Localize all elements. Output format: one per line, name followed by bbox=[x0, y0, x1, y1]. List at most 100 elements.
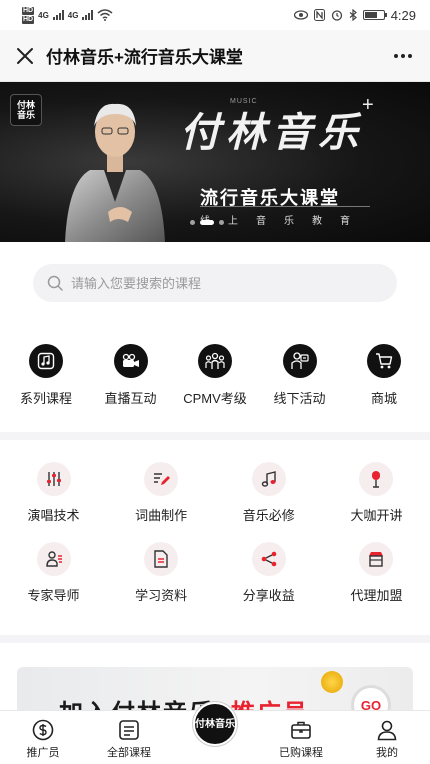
page-title: 付林音乐+流行音乐大课堂 bbox=[46, 48, 243, 67]
feature-label: 专家导师 bbox=[27, 588, 80, 603]
pen-write-icon bbox=[144, 462, 179, 496]
feature-music-required[interactable]: 音乐必修 bbox=[215, 462, 322, 524]
music-note-box-icon bbox=[29, 344, 63, 378]
alarm-icon bbox=[331, 10, 342, 21]
brand-logo-icon: 付林音乐 bbox=[193, 702, 237, 746]
feature-label: 学习资料 bbox=[135, 588, 188, 603]
feature-share-earnings[interactable]: 分享收益 bbox=[215, 542, 322, 604]
more-dot bbox=[408, 53, 412, 58]
carousel-dot-active[interactable] bbox=[200, 220, 214, 225]
feature-label: 大咖开讲 bbox=[350, 508, 403, 523]
feature-singing-technique[interactable]: 演唱技术 bbox=[0, 462, 107, 524]
banner-plus: + bbox=[362, 94, 374, 116]
category-label: 商城 bbox=[370, 391, 397, 406]
more-menu-button[interactable] bbox=[388, 43, 418, 69]
hd-badge: HD bbox=[22, 15, 35, 24]
dollar-circle-icon bbox=[32, 719, 54, 741]
group-people-icon bbox=[198, 344, 232, 378]
tab-mine[interactable]: 我的 bbox=[344, 719, 430, 760]
search-bar[interactable] bbox=[33, 264, 397, 302]
status-bar: HD HD 4G 4G 4:29 bbox=[0, 0, 430, 30]
category-nav: 系列课程 直播互动 CPMV考级 线下活动 商城 bbox=[0, 322, 430, 432]
carousel-indicator bbox=[190, 220, 224, 225]
tab-label: 已购课程 bbox=[279, 747, 323, 759]
category-cpmv-exam[interactable]: CPMV考级 bbox=[173, 344, 257, 432]
category-mall[interactable]: 商城 bbox=[342, 344, 426, 432]
search-section bbox=[0, 242, 430, 322]
category-offline-events[interactable]: 线下活动 bbox=[258, 344, 342, 432]
status-right: 4:29 bbox=[293, 7, 416, 23]
category-label: 系列课程 bbox=[19, 391, 72, 406]
feature-label: 分享收益 bbox=[242, 588, 295, 603]
wifi-icon bbox=[97, 9, 113, 21]
signal-icon bbox=[82, 10, 94, 20]
tab-label: 推广员 bbox=[26, 747, 60, 759]
status-time: 4:29 bbox=[390, 7, 416, 23]
banner-divider bbox=[200, 206, 370, 207]
battery-icon bbox=[362, 10, 387, 20]
eye-icon bbox=[293, 10, 308, 20]
category-label: 线下活动 bbox=[273, 391, 326, 406]
feature-label: 演唱技术 bbox=[27, 508, 80, 523]
search-icon bbox=[47, 275, 63, 291]
user-icon bbox=[377, 720, 397, 741]
carousel-dot[interactable] bbox=[219, 220, 224, 225]
equalizer-icon bbox=[36, 462, 71, 496]
banner-logo: 付林音乐 bbox=[10, 94, 42, 126]
briefcase-icon bbox=[291, 721, 311, 739]
banner-brand: 付林音乐 bbox=[180, 109, 364, 156]
category-live[interactable]: 直播互动 bbox=[89, 344, 173, 432]
feature-label: 词曲制作 bbox=[135, 508, 188, 523]
list-box-icon bbox=[119, 720, 139, 740]
music-note-icon bbox=[251, 462, 286, 496]
feature-label: 代理加盟 bbox=[350, 588, 403, 603]
feature-study-materials[interactable]: 学习资料 bbox=[108, 542, 215, 604]
app-page: HD HD 4G 4G 4:29 付林音乐+流行音乐大课堂 付林音乐 MUSIC… bbox=[0, 0, 430, 764]
feature-row: 演唱技术 词曲制作 音乐必修 大咖开讲 bbox=[0, 462, 430, 524]
tab-label: 我的 bbox=[376, 747, 398, 759]
tab-label: 全部课程 bbox=[107, 747, 151, 759]
hd-badge: HD bbox=[22, 6, 35, 15]
tab-purchased-courses[interactable]: 已购课程 bbox=[258, 719, 344, 760]
coin-icon bbox=[321, 671, 343, 693]
hero-banner[interactable]: 付林音乐 MUSIC 付林音乐 + 流行音乐大课堂 线上音乐教育 bbox=[0, 82, 430, 242]
feature-row: 专家导师 学习资料 分享收益 代理加盟 bbox=[0, 542, 430, 604]
shopping-cart-icon bbox=[367, 344, 401, 378]
more-dot bbox=[401, 53, 405, 58]
network-label: 4G bbox=[67, 10, 79, 20]
feature-expert-mentor[interactable]: 专家导师 bbox=[0, 542, 107, 604]
close-button[interactable] bbox=[12, 43, 38, 69]
network-label: 4G bbox=[38, 10, 49, 20]
bluetooth-icon bbox=[349, 9, 357, 21]
feature-masterclass[interactable]: 大咖开讲 bbox=[323, 462, 430, 524]
tab-promoter[interactable]: 推广员 bbox=[0, 719, 86, 760]
category-series-courses[interactable]: 系列课程 bbox=[4, 344, 88, 432]
share-icon bbox=[251, 542, 286, 576]
hd-badges: HD HD bbox=[22, 6, 35, 24]
presenter-photo bbox=[65, 103, 165, 242]
tab-home-brand[interactable]: 付林音乐 bbox=[172, 702, 258, 760]
more-dot bbox=[394, 53, 398, 58]
video-camera-icon bbox=[113, 344, 148, 378]
feature-agency-franchise[interactable]: 代理加盟 bbox=[323, 542, 430, 604]
microphone-icon bbox=[359, 462, 394, 496]
feature-songwriting[interactable]: 词曲制作 bbox=[108, 462, 215, 524]
close-icon bbox=[17, 47, 33, 64]
document-icon bbox=[144, 542, 179, 576]
nfc-icon bbox=[313, 9, 325, 21]
feature-label: 音乐必修 bbox=[242, 508, 295, 523]
signal-icon bbox=[52, 10, 64, 20]
category-label: CPMV考级 bbox=[183, 391, 247, 406]
event-person-icon bbox=[282, 344, 317, 378]
status-left: HD HD 4G 4G bbox=[22, 6, 113, 24]
tab-all-courses[interactable]: 全部课程 bbox=[86, 719, 172, 760]
feature-grid: 演唱技术 词曲制作 音乐必修 大咖开讲 专家导师 学习资料 分享收益 代理加盟 bbox=[0, 440, 430, 635]
search-input[interactable] bbox=[71, 275, 351, 291]
title-bar: 付林音乐+流行音乐大课堂 bbox=[0, 30, 430, 82]
category-label: 直播互动 bbox=[104, 391, 157, 406]
store-icon bbox=[359, 542, 394, 576]
bottom-tab-bar: 推广员 全部课程 付林音乐 已购课程 我的 bbox=[0, 702, 430, 764]
banner-tagline: 线上音乐教育 bbox=[200, 216, 368, 227]
expert-person-icon bbox=[36, 542, 71, 576]
carousel-dot[interactable] bbox=[190, 220, 195, 225]
